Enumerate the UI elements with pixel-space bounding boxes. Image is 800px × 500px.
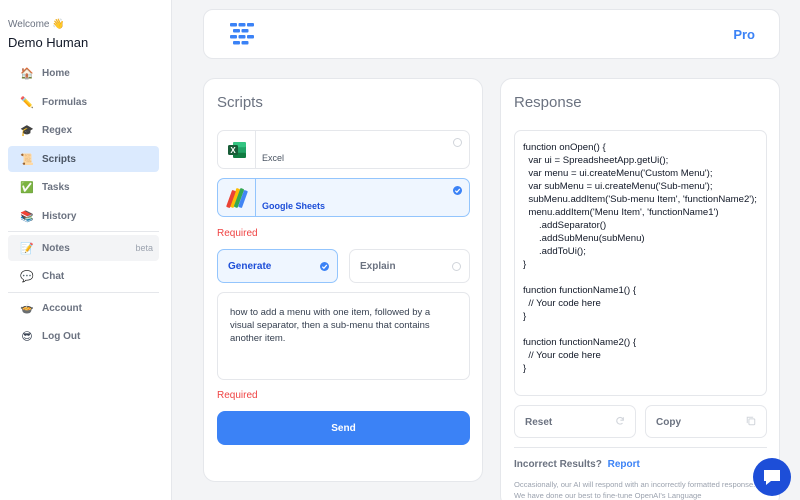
sidebar-item-regex[interactable]: 🎓 Regex [8, 117, 159, 143]
sidebar: Welcome 👋 Demo Human 🏠 Home ✏️ Formulas … [0, 0, 172, 500]
scripts-title: Scripts [217, 94, 263, 111]
sidebar-divider [8, 231, 159, 232]
reset-label: Reset [525, 417, 553, 428]
chat-launcher-button[interactable] [753, 458, 791, 496]
welcome-text: Welcome 👋 [8, 19, 65, 30]
books-icon: 📚 [20, 210, 34, 223]
required-message: Required [217, 390, 258, 401]
incorrect-results: Incorrect Results? Report [514, 459, 640, 470]
app-logo-icon[interactable] [230, 23, 254, 50]
scroll-icon: 📜 [20, 153, 34, 166]
prompt-textarea[interactable]: how to add a menu with one item, followe… [217, 292, 470, 380]
app-option-excel[interactable]: X Excel [217, 130, 470, 169]
mode-label-explain: Explain [360, 261, 396, 272]
copy-button[interactable]: Copy [645, 405, 767, 438]
mode-generate[interactable]: Generate [217, 249, 338, 283]
sidebar-item-label: Scripts [42, 153, 76, 165]
sidebar-item-label: Account [42, 302, 82, 314]
sidebar-item-history[interactable]: 📚 History [8, 203, 159, 229]
sidebar-item-label: Home [42, 67, 70, 79]
response-divider [514, 447, 767, 448]
app-label-excel: Excel [262, 153, 285, 163]
reset-button[interactable]: Reset [514, 405, 636, 438]
pencil-icon: ✏️ [20, 96, 34, 109]
pot-icon: 🍲 [20, 302, 34, 315]
radio-checked-icon[interactable] [320, 262, 329, 271]
sidebar-item-label: Regex [42, 124, 73, 136]
sidebar-item-account[interactable]: 🍲 Account [8, 295, 159, 321]
response-code[interactable]: function onOpen() { var ui = Spreadsheet… [514, 130, 767, 396]
app-icon-cell [218, 179, 256, 216]
radio-unchecked-icon[interactable] [452, 262, 461, 271]
sidebar-item-label: Tasks [42, 181, 70, 193]
mode-explain[interactable]: Explain [349, 249, 470, 283]
top-bar: Pro [203, 9, 780, 59]
speech-bubble-icon: 💬 [20, 270, 34, 283]
sidebar-divider [8, 292, 159, 293]
google-sheets-icon [225, 187, 248, 208]
sidebar-item-label: Chat [42, 270, 65, 282]
sidebar-item-tasks[interactable]: ✅ Tasks [8, 174, 159, 200]
response-title: Response [514, 94, 582, 111]
beta-badge: beta [135, 243, 153, 253]
excel-icon: X [227, 141, 246, 158]
chat-bubble-icon [764, 470, 780, 485]
sidebar-item-home[interactable]: 🏠 Home [8, 60, 159, 86]
sidebar-item-label: Formulas [42, 96, 88, 108]
app-option-google-sheets[interactable]: Google Sheets [217, 178, 470, 217]
sunglasses-icon: 😎 [21, 330, 33, 343]
home-icon: 🏠 [20, 67, 34, 80]
response-panel: Response function onOpen() { var ui = Sp… [500, 78, 780, 500]
plan-badge[interactable]: Pro [733, 27, 755, 42]
sidebar-item-label: Log Out [42, 330, 81, 342]
copy-icon [746, 416, 756, 429]
svg-text:X: X [230, 146, 236, 155]
refresh-icon [615, 416, 625, 429]
radio-checked-icon[interactable] [453, 186, 462, 195]
sidebar-item-log-out[interactable]: 😎 Log Out [8, 323, 159, 349]
report-link[interactable]: Report [608, 459, 640, 470]
user-name: Demo Human [8, 35, 89, 50]
checkmark-icon: ✅ [20, 181, 34, 194]
sidebar-item-formulas[interactable]: ✏️ Formulas [8, 89, 159, 115]
sidebar-item-scripts[interactable]: 📜 Scripts [8, 146, 159, 172]
app-label-google-sheets: Google Sheets [262, 201, 326, 211]
scripts-panel: Scripts X Excel Google Sheets Required G… [203, 78, 483, 482]
sidebar-item-label: Notes [42, 242, 70, 254]
app-icon-cell: X [218, 131, 256, 168]
sidebar-item-label: History [42, 210, 77, 222]
required-message: Required [217, 228, 258, 239]
mode-label-generate: Generate [228, 261, 272, 272]
sidebar-item-chat[interactable]: 💬 Chat [8, 263, 159, 289]
send-button[interactable]: Send [217, 411, 470, 445]
graduation-cap-icon: 🎓 [20, 124, 34, 137]
disclaimer-text: Occasionally, our AI will respond with a… [514, 480, 756, 500]
sidebar-item-notes[interactable]: 📝 Notes beta [8, 235, 159, 261]
copy-label: Copy [656, 417, 681, 428]
radio-unchecked-icon[interactable] [453, 138, 462, 147]
incorrect-label: Incorrect Results? [514, 459, 602, 470]
memo-icon: 📝 [20, 242, 34, 255]
